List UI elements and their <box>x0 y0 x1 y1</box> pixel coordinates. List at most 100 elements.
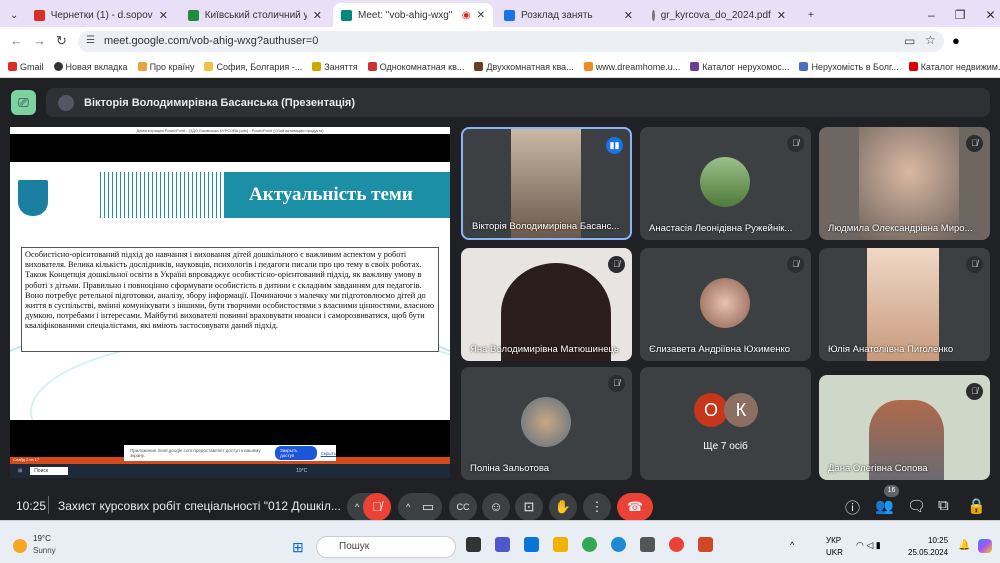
bookmark-catalog[interactable]: Каталог нерухомос... <box>690 61 789 72</box>
participant-count-badge: 16 <box>884 485 899 497</box>
bookmark-2room[interactable]: Двухкомнатная ква... <box>474 61 574 72</box>
more-options-button[interactable]: ⋮ <box>583 493 611 521</box>
site-info-icon[interactable]: ☰ <box>86 35 95 46</box>
close-icon[interactable]: ✕ <box>159 9 168 22</box>
present-button[interactable]: ⊡ <box>515 493 543 521</box>
camera-icon[interactable]: ▭ <box>904 34 915 48</box>
restore-icon[interactable]: ❐ <box>955 8 966 22</box>
copilot-icon[interactable] <box>978 539 992 553</box>
avatar: О <box>694 393 728 427</box>
wifi-volume-battery-icons[interactable]: ◠ ◁ ▮ <box>856 540 881 551</box>
bookmark-gmail[interactable]: Gmail <box>8 61 44 72</box>
globe-icon <box>652 9 655 21</box>
tab-meet[interactable]: Meet: "vob-ahig-wxg" ◉ ✕ <box>333 3 493 27</box>
chat-icon[interactable]: 🗨 <box>907 497 926 515</box>
new-tab-button[interactable]: + <box>800 3 822 27</box>
task-view-icon[interactable] <box>466 537 481 552</box>
tray-expand-icon[interactable]: ^ <box>790 540 794 550</box>
speaking-icon: ▮▮ <box>606 137 623 154</box>
bookmark-classes[interactable]: Заняття <box>312 61 358 72</box>
participant-tile[interactable]: 🎙̸ Єлизавета Андріївна Юхименко <box>640 248 811 361</box>
raise-hand-button[interactable]: ✋ <box>549 493 577 521</box>
site-icon <box>504 9 515 21</box>
slide-body: Особистісно-орієнтований підхід до навча… <box>21 247 439 352</box>
close-window-icon[interactable]: ✕ <box>985 8 995 22</box>
start-button[interactable]: ⊞ <box>292 539 304 556</box>
participant-tile[interactable]: 🎙̸ Поліна Зальотова <box>461 367 632 480</box>
back-icon[interactable]: ← <box>10 33 23 48</box>
university-logo <box>18 180 48 216</box>
ppt-window-title: Демонстрация PowerPoint - [ЗДО Басанська… <box>10 127 450 134</box>
site-icon <box>188 9 199 21</box>
explorer-icon[interactable] <box>553 537 568 552</box>
stop-sharing-button[interactable]: Закрыть доступ <box>275 446 317 460</box>
star-icon[interactable]: ☆ <box>925 33 936 47</box>
bookmarks-bar: Gmail Новая вкладка Про країну София, Бо… <box>0 56 1000 78</box>
mic-off-icon: 🎙̸ <box>966 135 983 152</box>
teams-icon[interactable] <box>495 537 510 552</box>
bookmark-bulgaria[interactable]: Нерухомість в Болг... <box>799 61 899 72</box>
mic-off-icon: 🎙̸ <box>966 383 983 400</box>
powerpoint-icon[interactable] <box>698 537 713 552</box>
screen-share-notice: Приложение meet.google.com предоставляет… <box>124 445 336 461</box>
mic-off-icon: 🎙̸ <box>787 135 804 152</box>
mail-icon[interactable] <box>524 537 539 552</box>
close-icon[interactable]: ✕ <box>477 10 485 21</box>
tab-gmail[interactable]: Чернетки (1) - d.sopova@kubg✕ <box>26 3 176 27</box>
participant-tile[interactable]: ▮▮ Вікторія Володимирівна Басанс... <box>461 127 632 240</box>
bookmark-1room[interactable]: Однокомнатная кв... <box>367 61 464 72</box>
bookmark-dreamhome[interactable]: www.dreamhome.u... <box>583 61 680 72</box>
language-indicator[interactable]: УКР <box>826 536 841 545</box>
edge-icon[interactable] <box>611 537 626 552</box>
tab-university[interactable]: Київський столичний університ✕ <box>180 3 330 27</box>
emoji-button[interactable]: ☺ <box>482 493 510 521</box>
bookmark-sofia[interactable]: София, Болгария -... <box>204 61 302 72</box>
inner-search: Поиск <box>30 467 69 475</box>
hide-button[interactable]: Скрыть <box>321 451 336 456</box>
profile-avatar[interactable]: ● <box>952 33 960 48</box>
info-icon[interactable]: ⓘ <box>845 497 860 518</box>
tab-schedule[interactable]: Розклад занять ✕ <box>496 3 641 27</box>
taskbar-search[interactable]: Пошук <box>316 536 456 558</box>
close-icon[interactable]: ✕ <box>624 9 633 22</box>
leave-call-button[interactable]: ☎ <box>617 493 653 521</box>
chrome-profile-icon[interactable] <box>669 537 684 552</box>
bookmark-new-tab[interactable]: Новая вкладка <box>53 61 128 72</box>
minimize-icon[interactable]: – <box>928 8 935 22</box>
close-icon[interactable]: ✕ <box>313 9 322 22</box>
bookmark-catalog-ru[interactable]: Каталог недвижим... <box>908 61 1000 72</box>
notifications-icon[interactable]: 🔔 <box>958 540 970 551</box>
participant-tile[interactable]: 🎙̸ Дана Олегівна Сопова <box>819 375 990 480</box>
host-controls-icon[interactable]: 🔒 <box>967 497 986 515</box>
clock[interactable]: 10:25 <box>928 536 948 545</box>
people-icon[interactable]: 👥 <box>875 497 894 515</box>
bookmark-country[interactable]: Про країну <box>137 61 194 72</box>
close-icon[interactable]: ✕ <box>777 9 786 22</box>
address-bar[interactable]: meet.google.com/vob-ahig-wxg?authuser=0 <box>78 31 944 52</box>
captions-button[interactable]: CC <box>449 493 477 521</box>
chrome-icon[interactable] <box>582 537 597 552</box>
activities-icon[interactable]: ⧉ <box>938 497 949 514</box>
mic-toggle-button[interactable]: 🎙̸ <box>363 493 391 521</box>
reload-icon[interactable]: ↻ <box>56 33 67 49</box>
avatar: К <box>724 393 758 427</box>
slide-heading: Актуальність теми <box>225 172 450 218</box>
forward-icon[interactable]: → <box>33 33 46 48</box>
participant-tile[interactable]: 🎙̸ Людмила Олександрівна Миро... <box>819 127 990 240</box>
participant-tile[interactable]: 🎙̸ Юлія Анатоліївна Пиголенко <box>819 248 990 361</box>
recording-icon: ◉ <box>461 9 471 21</box>
presentation-layout-icon[interactable]: ⎚ <box>11 90 36 115</box>
tab-strip: ⌄ Чернетки (1) - d.sopova@kubg✕ Київськи… <box>0 0 1000 27</box>
participant-tile[interactable]: 🎙̸ Яна Володимирівна Матюшинець <box>461 248 632 361</box>
tab-pdf[interactable]: gr_kyrcova_do_2024.pdf ✕ <box>644 3 794 27</box>
tab-search-button[interactable]: ⌄ <box>2 3 24 27</box>
avatar <box>58 94 74 111</box>
avatar <box>700 157 750 207</box>
mic-off-icon: 🎙̸ <box>608 256 625 273</box>
window-controls: – ❐ ✕ <box>920 3 1000 27</box>
more-participants-tile[interactable]: О К Ще 7 осіб <box>640 367 811 480</box>
calculator-icon[interactable] <box>640 537 655 552</box>
avatar <box>700 278 750 328</box>
participant-tile[interactable]: 🎙̸ Анастасія Леонідівна Ружейнік... <box>640 127 811 240</box>
camera-toggle-button[interactable]: ▭ <box>414 493 442 521</box>
